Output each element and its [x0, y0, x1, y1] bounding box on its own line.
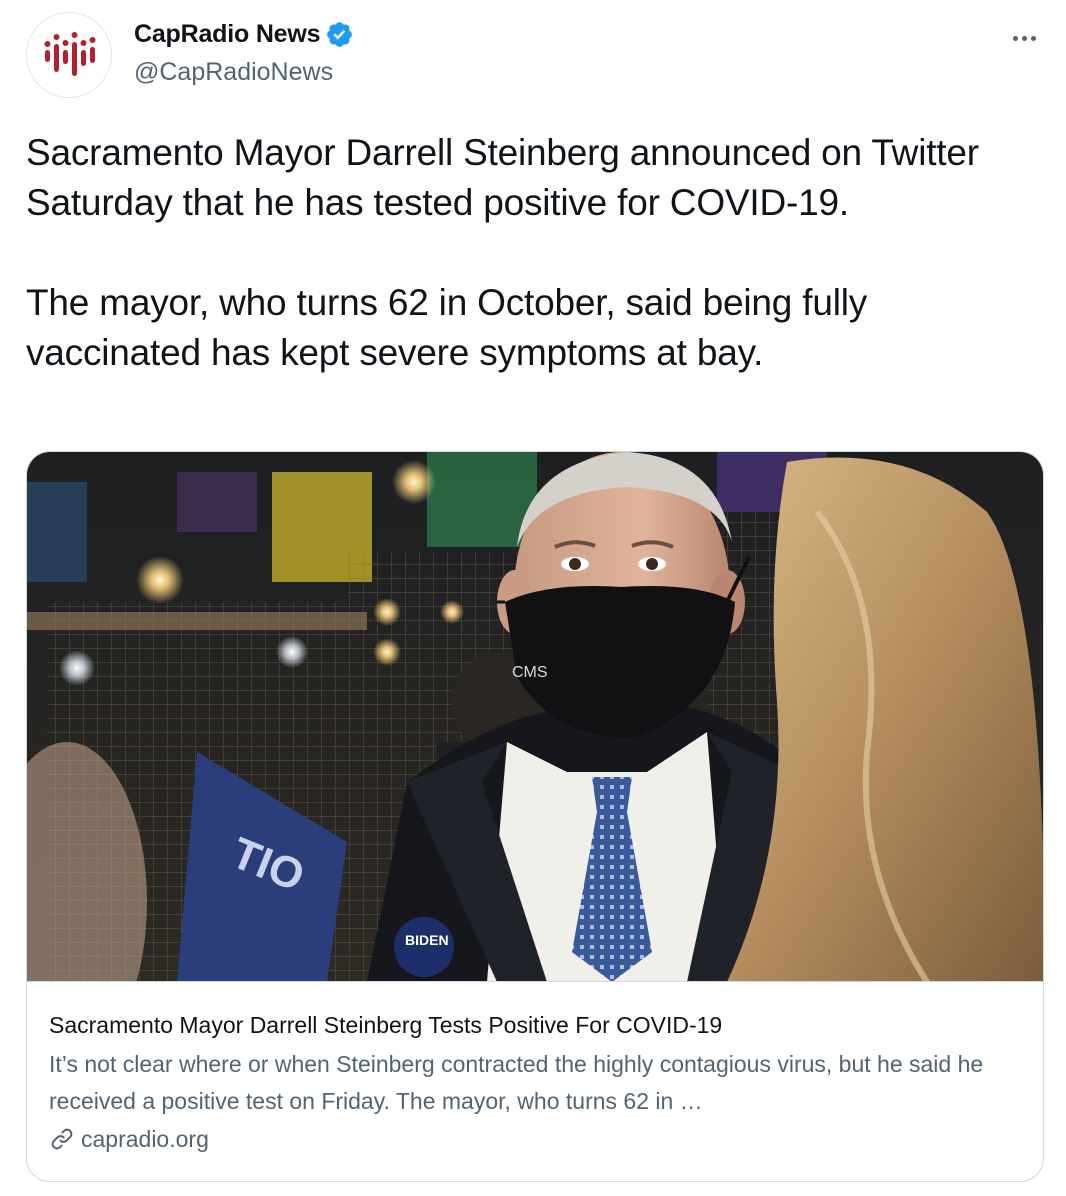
- display-name[interactable]: CapRadio News: [134, 20, 321, 49]
- svg-text:BIDEN: BIDEN: [405, 932, 449, 948]
- card-domain[interactable]: capradio.org: [81, 1122, 209, 1156]
- avatar[interactable]: [26, 12, 112, 98]
- link-card[interactable]: TIO BIDEN CMS Sacramento Mayor Darrell S…: [26, 451, 1044, 1182]
- author-name-row[interactable]: CapRadio News: [134, 20, 354, 49]
- card-title[interactable]: Sacramento Mayor Darrell Steinberg Tests…: [49, 1008, 1023, 1042]
- handle[interactable]: @CapRadioNews: [134, 58, 333, 87]
- card-description: It’s not clear where or when Steinberg c…: [49, 1051, 984, 1114]
- capradio-logo-icon: [44, 32, 96, 76]
- news-photo-image[interactable]: TIO BIDEN CMS: [27, 452, 1043, 982]
- verified-badge-icon: [327, 22, 353, 47]
- tweet-text: Sacramento Mayor Darrell Steinberg annou…: [26, 128, 1036, 378]
- link-icon: [51, 1128, 73, 1150]
- tweet[interactable]: CapRadio News @CapRadioNews Sacramento M…: [0, 0, 1066, 1196]
- card-meta: Sacramento Mayor Darrell Steinberg Tests…: [49, 1008, 1023, 1156]
- card-domain-link[interactable]: capradio.org: [49, 1122, 1023, 1156]
- tweet-paragraph: Sacramento Mayor Darrell Steinberg annou…: [26, 132, 979, 223]
- more-options-icon[interactable]: [1004, 20, 1044, 56]
- tweet-paragraph: The mayor, who turns 62 in October, said…: [26, 282, 868, 373]
- svg-text:CMS: CMS: [512, 664, 548, 681]
